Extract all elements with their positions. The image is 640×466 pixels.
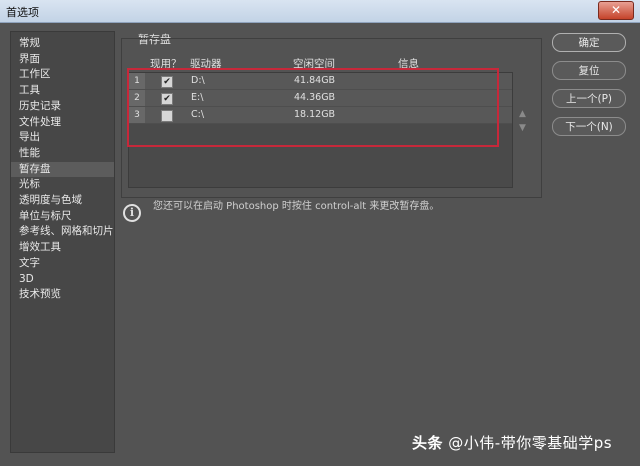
next-button[interactable]: 下一个(N) — [552, 117, 626, 136]
sidebar-item[interactable]: 增效工具 — [11, 240, 114, 255]
active-checkbox[interactable] — [161, 110, 173, 122]
col-header-info: 信息 — [398, 58, 419, 70]
move-down-arrow-icon[interactable]: ▼ — [519, 123, 526, 133]
row-number: 2 — [129, 90, 145, 106]
previous-button[interactable]: 上一个(P) — [552, 89, 626, 108]
sidebar-item[interactable]: 单位与标尺 — [11, 209, 114, 224]
col-header-active: 现用？ — [150, 58, 182, 70]
scratch-disk-list[interactable]: 1 ✔ D:\ 41.84GB 2 ✔ E:\ 44.36GB 3 C:\ 18.12GB — [128, 72, 513, 188]
title-bar: 首选项 ✕ — [0, 0, 640, 23]
active-checkbox[interactable]: ✔ — [161, 76, 173, 88]
sidebar-item[interactable]: 参考线、网格和切片 — [11, 224, 114, 239]
sidebar-item[interactable]: 界面 — [11, 52, 114, 67]
dialog-body: 常规 界面 工作区 工具 历史记录 文件处理 导出 性能 暂存盘 光标 透明度与色域 单位与标尺 参考线… — [0, 23, 640, 466]
drive-cell: D:\ — [191, 75, 205, 86]
sidebar-item[interactable]: 工具 — [11, 83, 114, 98]
info-message: 您还可以在启动 Photoshop 时按住 control-alt 来更改暂存盘… — [153, 201, 440, 212]
sidebar-item[interactable]: 暂存盘 — [11, 161, 114, 177]
reset-button[interactable]: 复位 — [552, 61, 626, 80]
free-space-cell: 18.12GB — [294, 109, 336, 120]
sidebar-item[interactable]: 透明度与色域 — [11, 193, 114, 208]
sidebar-item[interactable]: 常规 — [11, 36, 114, 51]
row-number: 1 — [129, 73, 145, 89]
ok-button[interactable]: 确定 — [552, 33, 626, 52]
active-checkbox[interactable]: ✔ — [161, 93, 173, 105]
window-title: 首选项 — [6, 6, 39, 19]
row-number: 3 — [129, 107, 145, 123]
free-space-cell: 44.36GB — [294, 92, 336, 103]
free-space-cell: 41.84GB — [294, 75, 336, 86]
drive-cell: C:\ — [191, 109, 205, 120]
scratch-disk-row[interactable]: 3 C:\ 18.12GB — [129, 107, 512, 124]
watermark-logo: 头条 — [412, 434, 444, 452]
sidebar-item[interactable]: 性能 — [11, 146, 114, 161]
scratch-disk-row[interactable]: 1 ✔ D:\ 41.84GB — [129, 73, 512, 90]
close-button[interactable]: ✕ — [598, 1, 634, 20]
sidebar-item[interactable]: 历史记录 — [11, 99, 114, 114]
sidebar-item[interactable]: 导出 — [11, 130, 114, 145]
info-icon: i — [123, 204, 141, 222]
watermark-text: @小伟-带你零基础学ps — [448, 434, 613, 452]
sidebar-item[interactable]: 光标 — [11, 177, 114, 192]
sidebar-item[interactable]: 技术预览 — [11, 287, 114, 302]
col-header-drive: 驱动器 — [190, 58, 222, 70]
sidebar-item[interactable]: 工作区 — [11, 67, 114, 82]
drive-cell: E:\ — [191, 92, 204, 103]
sidebar-item[interactable]: 文字 — [11, 256, 114, 271]
watermark: 头条 @小伟-带你零基础学ps — [412, 432, 612, 453]
sidebar-item[interactable]: 文件处理 — [11, 115, 114, 130]
move-up-arrow-icon[interactable]: ▲ — [519, 109, 526, 119]
scratch-disk-row[interactable]: 2 ✔ E:\ 44.36GB — [129, 90, 512, 107]
category-sidebar: 常规 界面 工作区 工具 历史记录 文件处理 导出 性能 暂存盘 光标 透明度与色域 单位与标尺 参考线… — [10, 31, 115, 453]
sidebar-item[interactable]: 3D — [11, 272, 114, 287]
col-header-free-space: 空闲空间 — [293, 58, 335, 70]
